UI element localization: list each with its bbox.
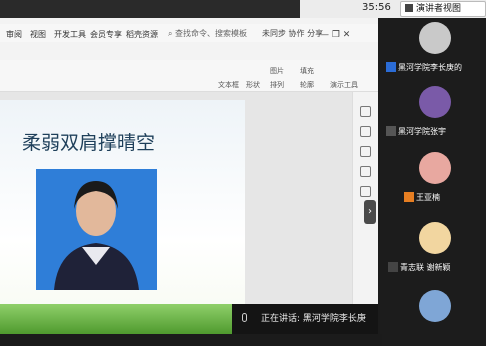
presenter-view-label: 演讲者视图	[416, 4, 462, 14]
student-photo	[36, 169, 157, 290]
picture-button[interactable]: 图片	[270, 66, 284, 76]
top-bar-dark	[0, 0, 300, 18]
avatar	[419, 86, 451, 118]
avatar	[419, 22, 451, 54]
shape-button[interactable]: 形状	[246, 80, 260, 90]
slide-title: 柔弱双肩撑晴空	[22, 132, 156, 154]
slide-grass-decoration	[0, 304, 245, 334]
tool-icon-4[interactable]	[360, 166, 371, 177]
host-icon	[386, 62, 396, 72]
presenter-view-button[interactable]: 演讲者视图	[400, 1, 486, 17]
meeting-timer: 35:56	[362, 2, 391, 13]
participant-tile[interactable]	[382, 286, 486, 346]
participant-tile[interactable]: 王亚楠	[382, 148, 486, 208]
speaking-name: 黑河学院李长庚	[302, 314, 366, 324]
textbox-button[interactable]: 文本框	[218, 80, 239, 90]
student-photo-image	[36, 169, 157, 290]
microphone-icon	[388, 262, 398, 272]
collab-button[interactable]: 协作	[289, 29, 305, 38]
top-bar: 35:56 演讲者视图	[0, 0, 486, 18]
tool-icon-2[interactable]	[360, 126, 371, 137]
participant-name: 黑河学院张宇	[386, 126, 446, 137]
avatar	[419, 152, 451, 184]
tool-icon-5[interactable]	[360, 186, 371, 197]
command-search[interactable]: ⌕ 查找命令、搜索模板	[168, 28, 247, 39]
outline-button[interactable]: 轮廓	[300, 80, 314, 90]
microphone-icon	[242, 313, 247, 322]
tool-icon-1[interactable]	[360, 106, 371, 117]
participant-tile[interactable]: 黑河学院张宇	[382, 82, 486, 142]
sync-status[interactable]: 未同步	[262, 29, 286, 38]
search-placeholder: 查找命令、搜索模板	[175, 29, 248, 38]
participant-tile[interactable]: 青志联 谢新颖	[382, 218, 486, 278]
participant-tile[interactable]: 黑河学院李长庚的	[382, 18, 486, 78]
user-icon	[404, 192, 414, 202]
tool-icon-3[interactable]	[360, 146, 371, 157]
share-area: 未同步 协作 分享	[262, 28, 323, 39]
tab-developer[interactable]: 开发工具	[54, 29, 86, 40]
show-tool-button[interactable]: 演示工具	[330, 80, 358, 90]
tab-review[interactable]: 审阅	[6, 29, 22, 40]
tab-docer[interactable]: 稻壳资源	[126, 29, 158, 40]
ribbon-toolbar: 文本框 形状 排列 图片 填充 轮廓 演示工具	[0, 60, 378, 92]
window-controls[interactable]: — ❐ ✕	[320, 30, 350, 40]
participant-name: 王亚楠	[404, 192, 440, 203]
tab-view[interactable]: 视图	[30, 29, 46, 40]
avatar	[419, 290, 451, 322]
participant-name: 青志联 谢新颖	[388, 262, 451, 273]
speaking-indicator: 正在讲话: 黑河学院李长庚	[232, 304, 378, 334]
grid-icon	[405, 4, 413, 12]
tab-member[interactable]: 会员专享	[90, 29, 122, 40]
participant-name: 黑河学院李长庚的	[386, 62, 462, 73]
microphone-icon	[386, 126, 396, 136]
avatar	[419, 222, 451, 254]
arrange-button[interactable]: 排列	[270, 80, 284, 90]
collapse-panel-button[interactable]: ›	[364, 200, 376, 224]
participant-panel: 黑河学院李长庚的 黑河学院张宇 王亚楠 青志联 谢新颖	[380, 18, 486, 346]
speaking-prefix: 正在讲话:	[261, 314, 301, 324]
fill-button[interactable]: 填充	[300, 66, 314, 76]
